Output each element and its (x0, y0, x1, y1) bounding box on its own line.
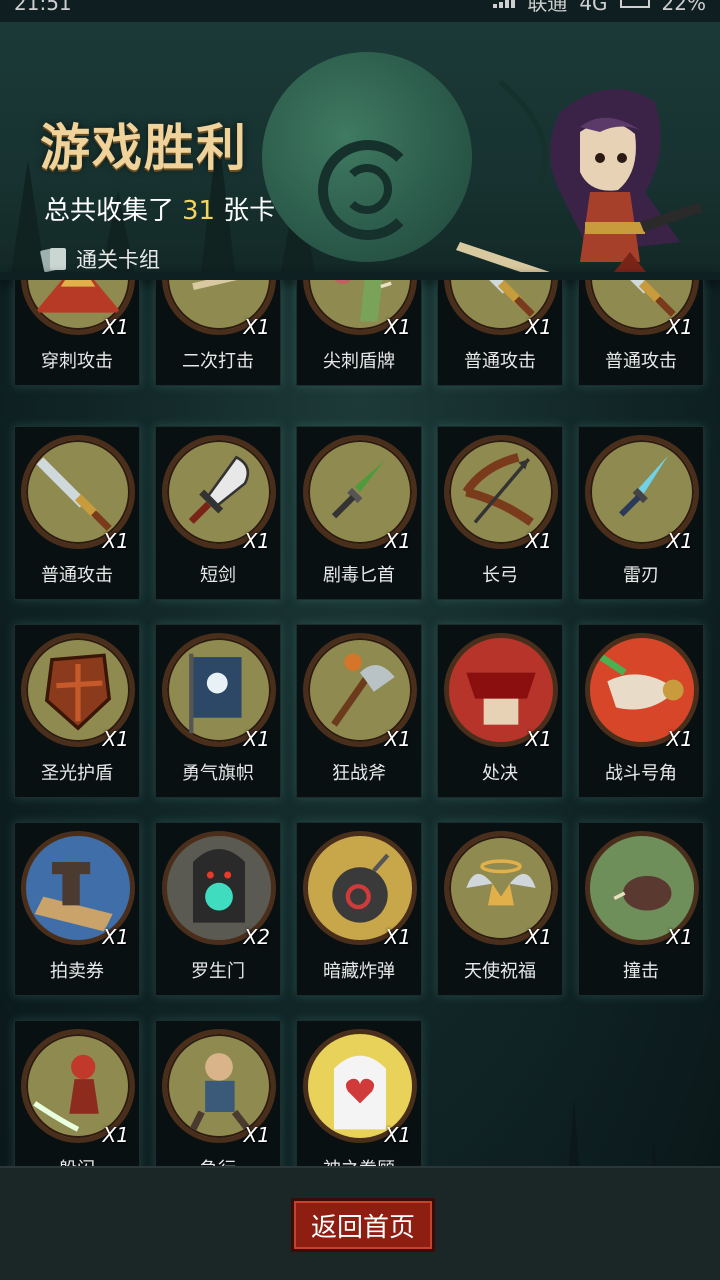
card-name: 尖刺盾牌 (323, 351, 395, 372)
card-name: 天使祝福 (464, 961, 536, 982)
card-item[interactable]: X1 二次打击 (155, 280, 281, 386)
card-count: X1 (384, 1123, 411, 1147)
card-count: X2 (243, 925, 270, 949)
battery-label: 22% (661, 0, 706, 15)
card-item[interactable]: X1 狂战斧 (296, 624, 422, 798)
card-name: 普通攻击 (605, 351, 677, 372)
card-name: 剧毒匕首 (323, 565, 395, 586)
card-count: X1 (243, 1123, 270, 1147)
status-bar: 21:51 联通 4G 22% (0, 0, 720, 22)
card-item[interactable]: X1 天使祝福 (437, 822, 563, 996)
card-item[interactable]: X1 撞击 (578, 822, 704, 996)
card-name: 普通攻击 (41, 565, 113, 586)
card-name: 短剑 (200, 565, 236, 586)
card-name: 雷刃 (623, 565, 659, 586)
card-name: 拍卖券 (50, 961, 104, 982)
victory-header: 游戏胜利 总共收集了 31 张卡 通关卡组 (0, 22, 720, 280)
card-count: X1 (102, 727, 129, 751)
card-count: X1 (384, 727, 411, 751)
deck-label: 通关卡组 (76, 248, 160, 272)
card-item[interactable]: X1 处决 (437, 624, 563, 798)
status-right: 联通 4G 22% (493, 0, 706, 15)
card-name: 暗藏炸弹 (323, 961, 395, 982)
summary-prefix: 总共收集了 (44, 196, 175, 226)
footer-bar: 返回首页 (0, 1166, 720, 1280)
card-count: X1 (243, 315, 270, 339)
card-count: X1 (666, 529, 693, 553)
card-count: X1 (243, 529, 270, 553)
card-count: X1 (384, 925, 411, 949)
card-count: X1 (525, 529, 552, 553)
card-item[interactable]: X1 战斗号角 (578, 624, 704, 798)
card-count: X1 (243, 727, 270, 751)
card-item[interactable]: X1 暗藏炸弹 (296, 822, 422, 996)
card-item[interactable]: X1 雷刃 (578, 426, 704, 600)
header-divider (0, 272, 720, 280)
summary-count: 31 (182, 196, 216, 226)
card-name: 罗生门 (191, 961, 245, 982)
card-name: 长弓 (482, 565, 518, 586)
card-count: X1 (102, 315, 129, 339)
summary-suffix: 张卡 (223, 196, 276, 226)
card-name: 二次打击 (182, 351, 254, 372)
card-item[interactable]: X1 长弓 (437, 426, 563, 600)
card-name: 穿刺攻击 (41, 351, 113, 372)
card-name: 狂战斧 (332, 763, 386, 784)
card-count: X1 (525, 727, 552, 751)
card-name: 撞击 (623, 961, 659, 982)
card-item[interactable]: X1 普通攻击 (14, 426, 140, 600)
swirl-decoration-inner (342, 164, 392, 214)
card-item[interactable]: X1 短剑 (155, 426, 281, 600)
card-item[interactable]: X1神之眷顾 (296, 1020, 422, 1168)
card-item[interactable]: X1急行 (155, 1020, 281, 1168)
cards-icon (39, 246, 68, 273)
card-name: 勇气旗帜 (182, 763, 254, 784)
card-item[interactable]: X2 罗生门 (155, 822, 281, 996)
card-count: X1 (525, 925, 552, 949)
card-count: X1 (384, 315, 411, 339)
hero-character (456, 80, 702, 280)
card-item[interactable]: X1 圣光护盾 (14, 624, 140, 798)
card-count: X1 (102, 529, 129, 553)
card-item[interactable]: X1 普通攻击 (578, 280, 704, 386)
card-name: 普通攻击 (464, 351, 536, 372)
card-item[interactable]: X1 剧毒匕首 (296, 426, 422, 600)
card-item[interactable]: X1 穿刺攻击 (14, 280, 140, 386)
carrier-label: 联通 (527, 0, 568, 15)
status-time: 21:51 (14, 0, 72, 15)
card-count: X1 (666, 315, 693, 339)
card-grid: X1 穿刺攻击 X1 二次打击 X1 尖刺盾牌 X1 普通攻击 X1 普通攻击 X1 普通攻击 X1 短剑… (0, 280, 720, 1168)
page-title: 游戏胜利 (40, 119, 248, 177)
card-item[interactable]: X1 普通攻击 (437, 280, 563, 386)
back-to-home-button[interactable]: 返回首页 (291, 1198, 435, 1252)
network-label: 4G (579, 0, 608, 15)
card-name: 处决 (482, 763, 518, 784)
card-count: X1 (384, 529, 411, 553)
signal-icon (493, 0, 516, 8)
card-count: X1 (102, 1123, 129, 1147)
deck-link[interactable]: 通关卡组 (39, 244, 160, 274)
card-name: 战斗号角 (605, 763, 677, 784)
card-count: X1 (666, 925, 693, 949)
card-count: X1 (102, 925, 129, 949)
card-item[interactable]: X1 尖刺盾牌 (296, 280, 422, 386)
card-item[interactable]: X1躲闪 (14, 1020, 140, 1168)
card-count: X1 (666, 727, 693, 751)
battery-icon (619, 0, 650, 8)
card-count: X1 (525, 315, 552, 339)
card-item[interactable]: X1 勇气旗帜 (155, 624, 281, 798)
collected-summary: 总共收集了 31 张卡 (44, 190, 275, 227)
card-item[interactable]: X1 拍卖券 (14, 822, 140, 996)
card-name: 圣光护盾 (41, 763, 113, 784)
